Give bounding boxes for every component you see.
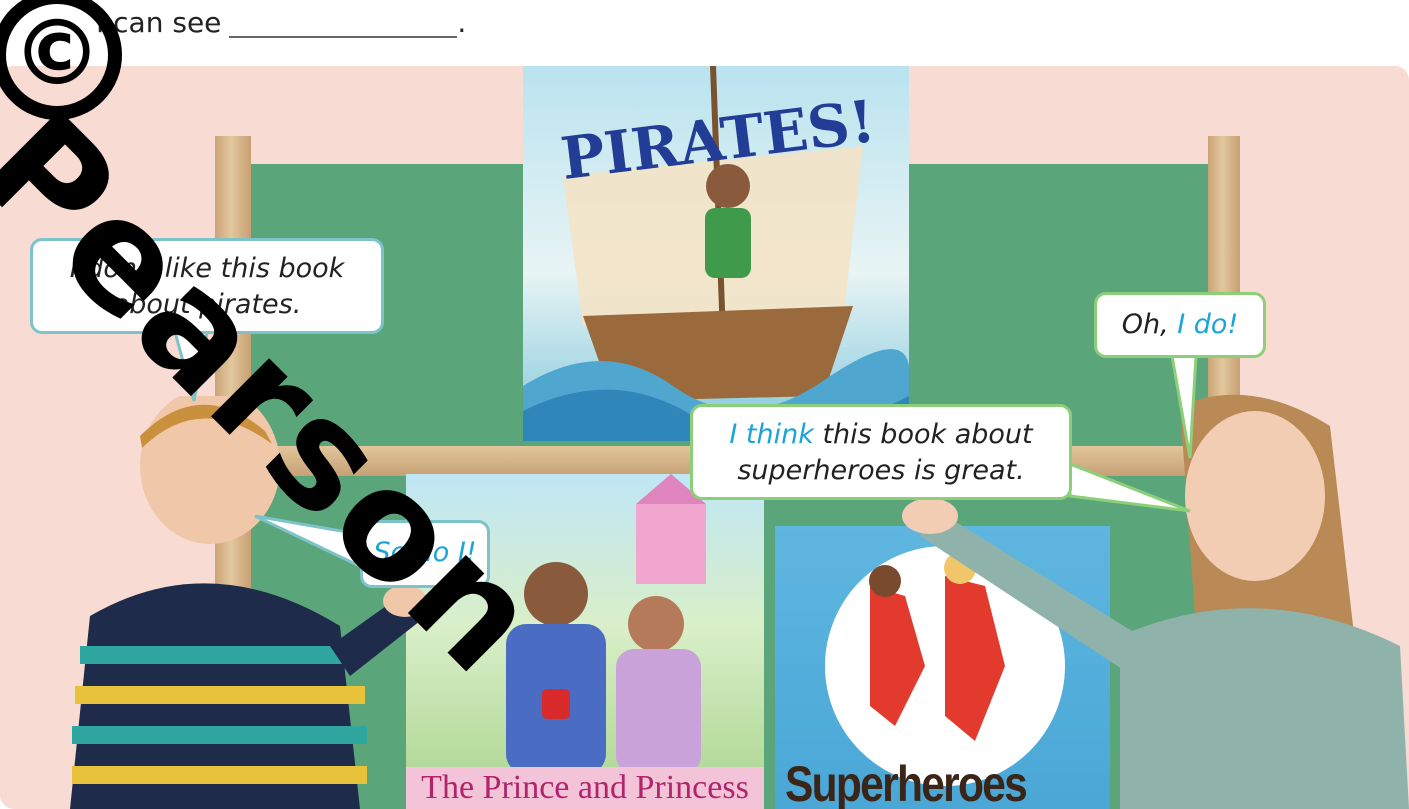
girl-opinion-rest: this book about (813, 419, 1033, 450)
answer-blank[interactable] (229, 8, 458, 38)
girl-agree-bubble: Oh, I do! (1094, 292, 1266, 358)
girl-opinion-highlight: I think (729, 419, 814, 450)
prompt-end: . (457, 6, 467, 39)
prompt-line: I can see. (96, 6, 466, 39)
girl-opinion-line2: superheroes is great. (737, 455, 1025, 486)
copyright-symbol: © (12, 1, 102, 106)
girl-agree-highlight: I do! (1177, 309, 1239, 340)
girl-agree-pre: Oh, (1121, 309, 1178, 340)
girl-opinion-line1: I think this book about (693, 417, 1069, 453)
girl-opinion-bubble: I think this book about superheroes is g… (690, 404, 1072, 500)
